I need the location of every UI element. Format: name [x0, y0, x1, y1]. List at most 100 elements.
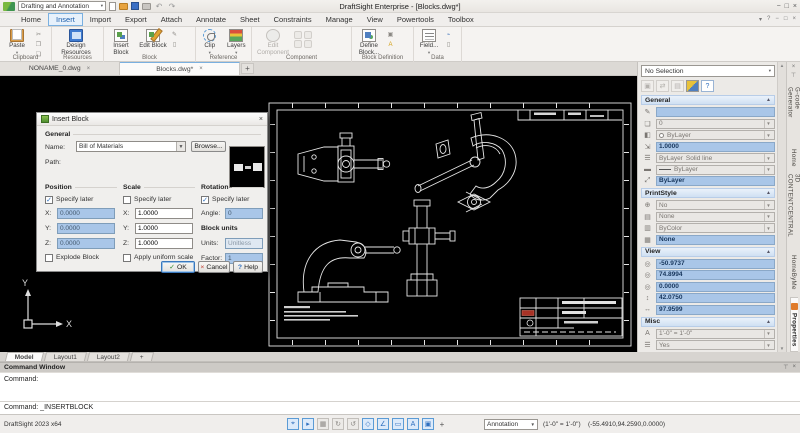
esnap-toggle[interactable]: ◇ [362, 418, 374, 430]
tab-toolbox[interactable]: Toolbox [441, 14, 481, 25]
sheet-tab-layout1[interactable]: Layout1 [43, 352, 88, 361]
clip-button[interactable]: Clip ▾ [198, 28, 222, 54]
view-center-y-field[interactable]: 74.8994 [656, 270, 775, 280]
block-name-select[interactable]: Bill of Materials ▼ [76, 141, 186, 152]
scale-z-field[interactable] [135, 238, 193, 249]
print-select[interactable]: No ▼ [656, 200, 775, 210]
polar-toggle[interactable]: ↺ [347, 418, 359, 430]
line-style-select[interactable]: ByLayer Solid line ▼ [656, 153, 775, 163]
palette-tab-home[interactable]: Home [790, 149, 797, 167]
close-icon[interactable]: × [199, 66, 203, 72]
add-sheet-button[interactable]: + [129, 352, 154, 361]
tab-view[interactable]: View [360, 14, 390, 25]
close-icon[interactable]: × [792, 64, 796, 70]
pointer-toggle[interactable]: ▸ [302, 418, 314, 430]
annotation-scale-select[interactable]: Annotation ▼ [484, 418, 538, 430]
design-resources-button[interactable]: Design Resources [54, 28, 98, 56]
apply-uniform-scale-checkbox[interactable] [123, 254, 131, 262]
block-page-icon[interactable]: ▯ [170, 40, 179, 49]
view-width-field[interactable]: 97.9599 [656, 304, 775, 315]
rotation-specify-later-checkbox[interactable] [201, 196, 209, 204]
annotation-visibility-toggle[interactable]: ▣ [422, 418, 434, 430]
section-view[interactable]: View ▲ [641, 246, 775, 257]
name-field[interactable] [656, 107, 775, 117]
section-misc[interactable]: Misc ▲ [641, 316, 775, 327]
close-icon[interactable]: × [87, 66, 91, 72]
cancel-button[interactable]: × Cancel [198, 261, 230, 273]
explode-block-checkbox[interactable] [45, 254, 53, 262]
grid-toggle[interactable]: ▦ [317, 418, 329, 430]
scale-x-field[interactable] [135, 208, 193, 219]
ok-button[interactable]: ✓ OK [161, 261, 195, 273]
redo-icon[interactable]: ↷ [167, 1, 177, 11]
open-file-icon[interactable] [119, 2, 128, 10]
section-general[interactable]: General ▲ [641, 95, 775, 105]
tab-insert[interactable]: Insert [48, 13, 83, 26]
pin-icon[interactable]: ⊤ [791, 72, 796, 79]
field-button[interactable]: Field... ▾ [416, 28, 442, 54]
doc-tab-noname[interactable]: NONAME_0.dwg × [0, 62, 120, 75]
palette-tab-gcode[interactable]: G-code Generator [787, 87, 800, 141]
tab-powertools[interactable]: Powertools [390, 14, 441, 25]
paint-properties-icon[interactable]: · [686, 80, 699, 92]
section-printstyle[interactable]: PrintStyle ▲ [641, 188, 775, 198]
scale-specify-later-checkbox[interactable] [123, 196, 131, 204]
scroll-up-icon[interactable]: ▲ [780, 63, 784, 68]
print-icon[interactable] [142, 2, 151, 10]
help-icon[interactable]: ? [701, 80, 714, 92]
ortho-toggle[interactable]: ↻ [332, 418, 344, 430]
define-block-button[interactable]: Define Block... [354, 28, 384, 56]
doc-minimize-icon[interactable]: − [775, 16, 779, 23]
layer-select[interactable]: 0 ▼ [656, 118, 775, 129]
tab-manage[interactable]: Manage [319, 14, 360, 25]
line-color-select[interactable]: ByLayer ▼ [656, 130, 775, 140]
tab-export[interactable]: Export [118, 14, 154, 25]
tab-import[interactable]: Import [83, 14, 118, 25]
printstyle-method-select[interactable]: ByColor ▼ [656, 223, 775, 233]
scale-y-field[interactable] [135, 223, 193, 234]
selection-filter-select[interactable]: No Selection ▾ [641, 65, 775, 77]
close-icon[interactable]: × [792, 364, 796, 371]
doc-restore-icon[interactable]: □ [784, 16, 788, 23]
position-specify-later-checkbox[interactable] [45, 196, 53, 204]
transparency-field[interactable]: ByLayer [656, 176, 775, 186]
doc-tab-blocks[interactable]: Blocks.dwg* × [120, 62, 240, 75]
help-button[interactable]: ? Help [233, 261, 263, 273]
tab-attach[interactable]: Attach [154, 14, 189, 25]
insert-block-button[interactable]: Insert Block [106, 28, 136, 56]
palette-tab-homebyme[interactable]: HomeByMe [790, 255, 797, 290]
snap-toggle[interactable]: ⌖ [287, 418, 299, 430]
lock-icon[interactable]: A [386, 40, 395, 49]
minimize-button[interactable]: − [777, 3, 781, 10]
panel-scrollbar[interactable]: ▲ ▼ [777, 62, 786, 352]
copy-icon[interactable]: ❐ [34, 40, 43, 49]
printstyle-field[interactable]: None [656, 234, 775, 245]
workspace-select[interactable]: Drafting and Annotation ▾ [18, 1, 106, 11]
data-page-icon[interactable]: ▯ [444, 40, 453, 49]
line-scale-field[interactable]: 1.0000 [656, 141, 775, 152]
new-tab-button[interactable]: + [241, 63, 254, 74]
palette-tab-3dcontentcentral[interactable]: 3D CONTENTCENTRAL [787, 174, 800, 246]
lineweight-toggle[interactable]: ▭ [392, 418, 404, 430]
dialog-title-bar[interactable]: Insert Block × [37, 113, 267, 126]
tab-sheet[interactable]: Sheet [233, 14, 267, 25]
pin-icon[interactable]: ⊤ [783, 364, 788, 371]
sheet-tab-layout2[interactable]: Layout2 [86, 352, 131, 361]
paste-button[interactable]: Paste ▾ [2, 28, 32, 54]
undo-icon[interactable]: ↶ [154, 1, 164, 11]
sheet-tab-model[interactable]: Model [4, 352, 44, 361]
line-weight-select[interactable]: ByLayer ▼ [656, 164, 775, 175]
annotation-scale-select[interactable]: 1'-0" = 1'-0" ▼ [656, 328, 775, 339]
misc-ucs-select[interactable]: Yes ▼ [656, 340, 775, 350]
view-center-z-field[interactable]: 0.0000 [656, 281, 775, 292]
printstyle-table-select[interactable]: None ▼ [656, 211, 775, 222]
tab-home[interactable]: Home [14, 14, 48, 25]
command-input-line[interactable]: Command: _INSERTBLOCK [0, 401, 800, 414]
view-height-field[interactable]: 42.0750 [656, 293, 775, 303]
save-file-icon[interactable] [131, 2, 139, 10]
browse-button[interactable]: Browse... [191, 141, 226, 152]
palette-tab-properties[interactable]: Properties [789, 297, 798, 352]
tab-annotate[interactable]: Annotate [189, 14, 233, 25]
block-attribute-icon[interactable]: ✎ [170, 30, 179, 39]
command-window-header[interactable]: Command Window ⊤ × [0, 362, 800, 372]
